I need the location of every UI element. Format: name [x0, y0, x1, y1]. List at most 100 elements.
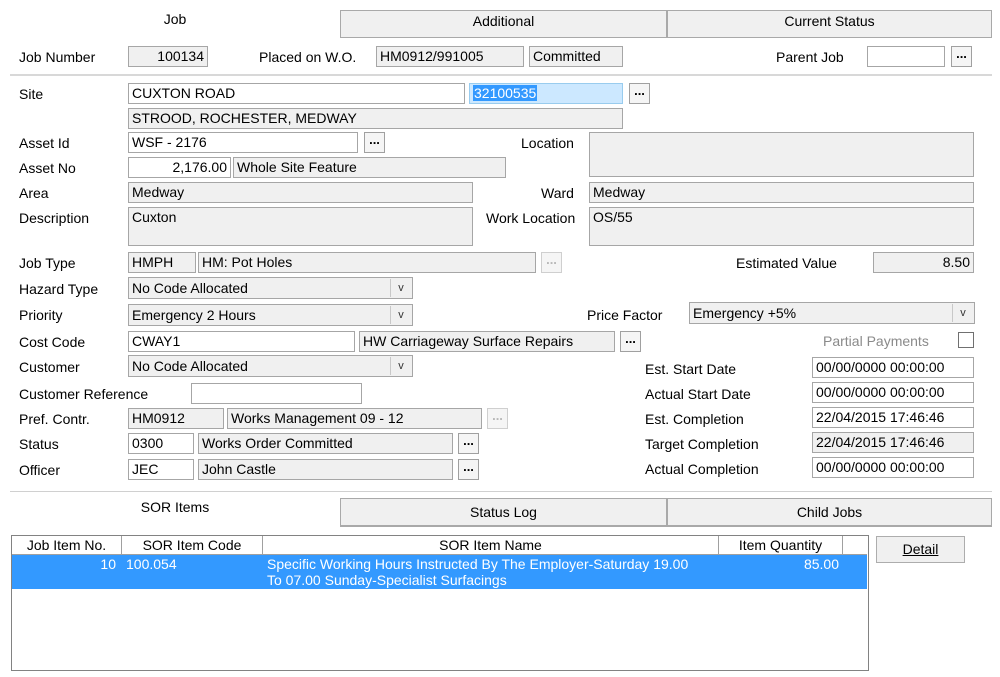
- parent-job-label: Parent Job: [776, 49, 844, 65]
- tab-job-label: Job: [163, 11, 187, 27]
- est-start-date-field[interactable]: 00/00/0000 00:00:00: [812, 357, 974, 378]
- target-completion-field: 22/04/2015 17:46:46: [812, 432, 974, 453]
- placed-on-label: Placed on W.O.: [259, 49, 357, 65]
- job-number-label: Job Number: [19, 49, 96, 65]
- cell-item-quantity: 85.00: [803, 556, 839, 572]
- estimated-value-field: 8.50: [873, 252, 974, 273]
- bottom-tab-baseline: [340, 526, 992, 527]
- pref-contr-lookup-button[interactable]: ...: [487, 408, 508, 429]
- cell-sor-item-name-line-2: To 07.00 Sunday-Specialist Surfacings: [267, 572, 507, 588]
- customer-select[interactable]: No Code Allocated v: [128, 355, 413, 377]
- column-header-sor-item-name[interactable]: SOR Item Name: [263, 536, 719, 555]
- target-completion-label: Target Completion: [645, 436, 759, 452]
- pref-contr-desc-field: Works Management 09 - 12: [227, 408, 482, 429]
- chevron-down-icon[interactable]: v: [390, 306, 411, 324]
- status-code-field[interactable]: 0300: [128, 433, 194, 454]
- officer-desc-field: John Castle: [198, 459, 453, 480]
- asset-id-field[interactable]: WSF - 2176: [128, 132, 358, 153]
- actual-completion-field[interactable]: 00/00/0000 00:00:00: [812, 457, 974, 478]
- tab-sor-items[interactable]: SOR Items: [10, 496, 340, 526]
- tab-status-log[interactable]: Status Log: [340, 498, 667, 526]
- officer-lookup-button[interactable]: ...: [458, 459, 479, 480]
- customer-value: No Code Allocated: [132, 358, 248, 374]
- tab-baseline: [340, 37, 992, 38]
- parent-job-lookup-button[interactable]: ...: [951, 46, 972, 67]
- site-label: Site: [19, 86, 44, 102]
- work-location-label: Work Location: [486, 210, 576, 226]
- status-desc-field: Works Order Committed: [198, 433, 453, 454]
- officer-label: Officer: [19, 462, 60, 478]
- actual-completion-label: Actual Completion: [645, 461, 759, 477]
- priority-label: Priority: [19, 307, 63, 323]
- officer-code-field[interactable]: JEC: [128, 459, 194, 480]
- job-type-label: Job Type: [19, 255, 76, 271]
- wo-status-field: Committed: [529, 46, 623, 67]
- customer-reference-field[interactable]: [191, 383, 362, 404]
- cell-job-item-no: 10: [100, 556, 116, 572]
- cost-code-field[interactable]: CWAY1: [128, 331, 355, 352]
- job-number-field: 100134: [128, 46, 208, 67]
- column-header-item-quantity[interactable]: Item Quantity: [719, 536, 843, 555]
- job-type-desc-field: HM: Pot Holes: [198, 252, 536, 273]
- column-header-sor-item-code[interactable]: SOR Item Code: [122, 536, 263, 555]
- column-header-job-item-no[interactable]: Job Item No.: [12, 536, 122, 555]
- tab-current-status-label: Current Status: [784, 13, 875, 29]
- est-completion-label: Est. Completion: [645, 411, 744, 427]
- actual-start-date-label: Actual Start Date: [645, 386, 751, 402]
- area-label: Area: [19, 185, 49, 201]
- header-separator: [10, 74, 992, 76]
- site-address-field: STROOD, ROCHESTER, MEDWAY: [128, 108, 623, 129]
- sor-items-table[interactable]: Job Item No. SOR Item Code SOR Item Name…: [11, 535, 869, 671]
- cost-code-lookup-button[interactable]: ...: [620, 331, 641, 352]
- site-code-selected-text: 32100535: [473, 85, 538, 101]
- tab-additional[interactable]: Additional: [340, 10, 667, 38]
- tab-child-jobs-label: Child Jobs: [796, 504, 863, 520]
- asset-no-label: Asset No: [19, 160, 76, 176]
- chevron-down-icon[interactable]: v: [390, 279, 411, 297]
- tab-job[interactable]: Job: [10, 8, 340, 38]
- pref-contr-code-field: HM0912: [128, 408, 224, 429]
- ward-field: Medway: [589, 182, 974, 203]
- price-factor-label: Price Factor: [587, 307, 663, 323]
- status-label: Status: [19, 436, 59, 452]
- estimated-value-label: Estimated Value: [736, 255, 837, 271]
- price-factor-select[interactable]: Emergency +5% v: [689, 302, 975, 324]
- priority-select[interactable]: Emergency 2 Hours v: [128, 304, 413, 326]
- est-start-date-label: Est. Start Date: [645, 361, 737, 377]
- tab-additional-label: Additional: [472, 13, 535, 29]
- site-name-field[interactable]: CUXTON ROAD: [128, 83, 465, 104]
- asset-no-field[interactable]: 2,176.00: [128, 157, 231, 178]
- partial-payments-checkbox[interactable]: [958, 332, 974, 348]
- description-label: Description: [19, 210, 90, 226]
- customer-label: Customer: [19, 359, 80, 375]
- pref-contr-label: Pref. Contr.: [19, 411, 90, 427]
- top-divider: [10, 491, 992, 492]
- hazard-type-select[interactable]: No Code Allocated v: [128, 277, 413, 299]
- parent-job-field[interactable]: [867, 46, 945, 67]
- placed-on-field: HM0912/991005: [376, 46, 524, 67]
- location-field: [589, 132, 974, 177]
- cell-sor-item-code: 100.054: [126, 556, 177, 572]
- chevron-down-icon[interactable]: v: [390, 357, 411, 375]
- cost-code-label: Cost Code: [19, 334, 86, 350]
- price-factor-value: Emergency +5%: [693, 305, 797, 321]
- asset-no-desc-field: Whole Site Feature: [233, 157, 506, 178]
- est-completion-field[interactable]: 22/04/2015 17:46:46: [812, 407, 974, 428]
- status-lookup-button[interactable]: ...: [458, 433, 479, 454]
- job-type-lookup-button[interactable]: ...: [541, 252, 562, 273]
- tab-current-status[interactable]: Current Status: [667, 10, 992, 38]
- tab-status-log-label: Status Log: [470, 504, 537, 520]
- detail-button-label: Detail: [902, 541, 939, 557]
- detail-button[interactable]: Detail: [876, 536, 965, 563]
- actual-start-date-field[interactable]: 00/00/0000 00:00:00: [812, 382, 974, 403]
- site-code-field[interactable]: 32100535: [469, 83, 623, 104]
- tab-child-jobs[interactable]: Child Jobs: [667, 498, 992, 526]
- partial-payments-label: Partial Payments: [823, 333, 929, 349]
- site-lookup-button[interactable]: ...: [629, 83, 650, 104]
- chevron-down-icon[interactable]: v: [952, 304, 973, 322]
- table-row[interactable]: 10 100.054 Specific Working Hours Instru…: [12, 555, 867, 589]
- asset-id-lookup-button[interactable]: ...: [364, 132, 385, 153]
- hazard-type-value: No Code Allocated: [132, 280, 248, 296]
- work-location-field: OS/55: [589, 207, 974, 246]
- cost-code-desc-field: HW Carriageway Surface Repairs: [359, 331, 615, 352]
